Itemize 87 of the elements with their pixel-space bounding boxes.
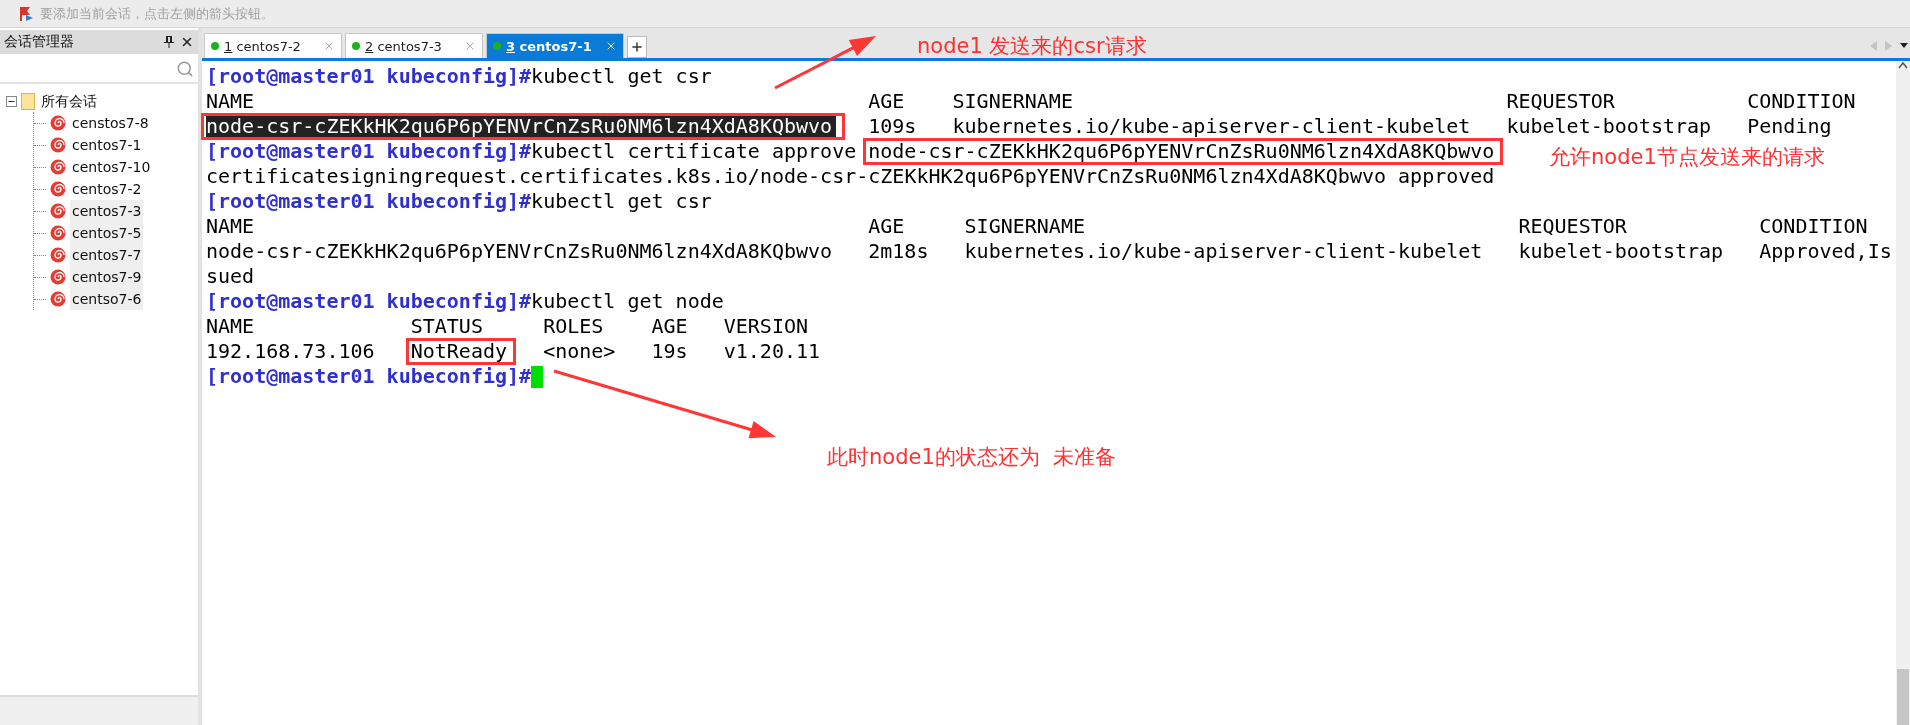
- output-cell: 109s: [868, 114, 917, 138]
- session-item[interactable]: centos7-2: [70, 178, 144, 200]
- output-cell: CONDITION: [1747, 89, 1856, 113]
- session-item[interactable]: centos7-10: [70, 156, 153, 178]
- scroll-thumb[interactable]: [1896, 669, 1909, 725]
- session-item[interactable]: censtos7-8: [70, 112, 151, 134]
- output-cell: ROLES: [543, 314, 604, 338]
- output-cell: <none>: [543, 339, 616, 363]
- new-tab-button[interactable]: [627, 36, 647, 58]
- output-cell: CONDITION: [1759, 214, 1868, 238]
- status-dot-icon: [493, 42, 501, 50]
- spiral-icon: [50, 247, 66, 263]
- output-cell: kubelet-bootstrap: [1518, 239, 1724, 263]
- spiral-icon: [50, 159, 66, 175]
- command-text: kubectl get csr: [531, 64, 712, 89]
- annotation-text: node1 发送来的csr请求: [917, 33, 1147, 60]
- panel-title: 会话管理器: [4, 33, 75, 51]
- output-cell: AGE: [868, 214, 905, 238]
- spiral-icon: [50, 269, 66, 285]
- session-item[interactable]: centos7-1: [70, 134, 144, 156]
- session-item[interactable]: centos7-7: [70, 244, 144, 266]
- output-cell: 2m18s: [868, 239, 929, 263]
- output-cell: REQUESTOR: [1518, 214, 1627, 238]
- session-item[interactable]: centos7-5: [70, 222, 144, 244]
- output-cell: kubelet-bootstrap: [1506, 114, 1712, 138]
- plus-icon: [630, 40, 644, 54]
- tab-label: 2 centos7-3: [365, 38, 443, 54]
- output-cell: 19s: [651, 339, 688, 363]
- caret-icon[interactable]: [1900, 43, 1908, 48]
- spiral-icon: [50, 291, 66, 307]
- output-cell: v1.20.11: [723, 339, 821, 363]
- shell-prompt: [root@master01 kubeconfig]#: [206, 64, 532, 89]
- tab-label: 3 centos7-1: [506, 38, 593, 54]
- spiral-icon: [50, 181, 66, 197]
- spiral-icon: [50, 225, 66, 241]
- session-tab[interactable]: 1 centos7-2: [204, 33, 342, 58]
- session-item[interactable]: centso7-6: [70, 288, 144, 310]
- output-cell: SIGNERNAME: [964, 214, 1085, 238]
- output-cell: node-csr-cZEKkHK2qu6P6pYENVrCnZsRu0NM6lzn4XdA8KQbwvo: [206, 114, 836, 138]
- output-cell: NAME: [206, 314, 255, 338]
- shell-prompt: [root@master01 kubeconfig]#: [206, 364, 532, 389]
- command-text: kubectl get node: [531, 289, 724, 314]
- output-cell: kubernetes.io/kube-apiserver-client-kubelet: [952, 114, 1471, 138]
- annotation-text: 此时node1的状态还为 未准备: [827, 444, 1117, 471]
- scrollbar[interactable]: [1895, 61, 1910, 725]
- status-dot-icon: [352, 42, 360, 50]
- tree-item[interactable]: 所有会话: [39, 90, 99, 112]
- session-item[interactable]: centos7-9: [70, 266, 144, 288]
- output-cell: SIGNERNAME: [952, 89, 1073, 113]
- output-cell: NAME: [206, 214, 255, 238]
- output-cell: Approved,Is: [1759, 239, 1892, 263]
- output-cell: REQUESTOR: [1506, 89, 1615, 113]
- spiral-icon: [50, 115, 66, 131]
- shell-prompt: [root@master01 kubeconfig]#: [206, 139, 532, 164]
- output-cell: AGE: [651, 314, 688, 338]
- output-text: certificatesigningrequest.certificates.k8s.io/node-csr-cZEKkHK2qu6P6pYENVrCnZsRu0NM6lzn4XdA8KQbwvo approved: [206, 164, 1495, 189]
- command-text: kubectl certificate approve: [531, 139, 857, 164]
- command-text: kubectl get csr: [531, 189, 712, 214]
- session-tab[interactable]: 2 centos7-3: [345, 33, 483, 58]
- output-cell: node-csr-cZEKkHK2qu6P6pYENVrCnZsRu0NM6lzn4XdA8KQbwvo: [206, 239, 833, 263]
- shell-prompt: [root@master01 kubeconfig]#: [206, 289, 532, 314]
- collapse-icon[interactable]: [6, 95, 17, 107]
- output-cell: AGE: [868, 89, 905, 113]
- output-cell: NotReady: [410, 339, 507, 363]
- shell-prompt: [root@master01 kubeconfig]#: [206, 189, 532, 214]
- pin-icon[interactable]: [164, 36, 174, 48]
- output-cell: VERSION: [723, 314, 808, 338]
- close-icon[interactable]: [180, 35, 194, 49]
- folder-icon: [21, 92, 35, 110]
- search-icon[interactable]: [176, 60, 194, 78]
- output-cell: Pending: [1747, 114, 1832, 138]
- command-argument: node-csr-cZEKkHK2qu6P6pYENVrCnZsRu0NM6lzn4XdA8KQbwvo: [868, 139, 1495, 163]
- tab-label: 1 centos7-2: [224, 38, 302, 54]
- annotation-text: 允许node1节点发送来的请求: [1549, 144, 1825, 171]
- session-tab[interactable]: 3 centos7-1: [486, 33, 624, 58]
- output-cell: NAME: [206, 89, 255, 113]
- spiral-icon: [50, 203, 66, 219]
- session-item[interactable]: centos7-3: [70, 200, 144, 222]
- scroll-up-icon[interactable]: [1897, 61, 1908, 69]
- output-text: sued: [206, 264, 255, 289]
- output-cell: kubernetes.io/kube-apiserver-client-kubelet: [964, 239, 1483, 263]
- output-cell: 192.168.73.106: [206, 339, 375, 363]
- output-cell: STATUS: [410, 314, 483, 338]
- hint-text: 要添加当前会话，点击左侧的箭头按钮。: [40, 4, 274, 23]
- spiral-icon: [50, 137, 66, 153]
- status-dot-icon: [211, 42, 219, 50]
- flag-icon[interactable]: [18, 5, 34, 22]
